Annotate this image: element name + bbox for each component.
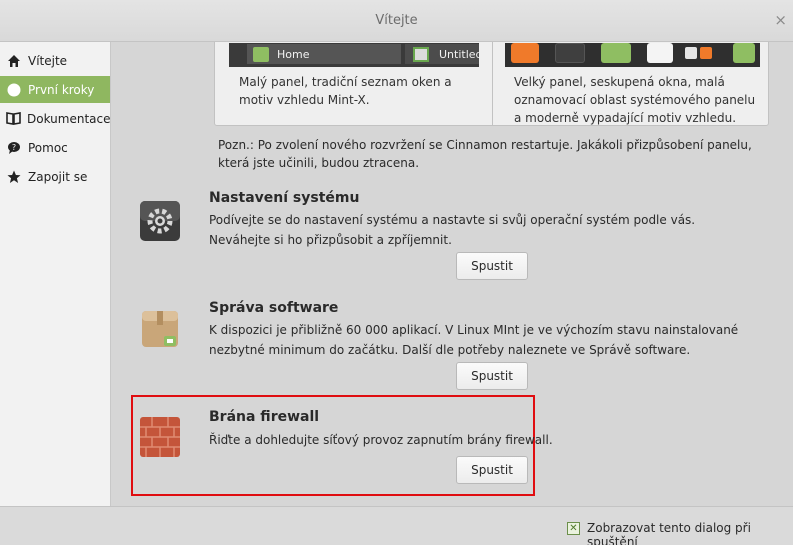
book-icon (6, 111, 21, 127)
modern-layout-description: Velký panel, seskupená okna, malá oznamo… (514, 75, 756, 125)
sidebar-item-label: Pomoc (28, 140, 68, 155)
sidebar-item-label: Vítejte (28, 53, 68, 68)
sidebar-item-documentation[interactable]: Dokumentace (0, 105, 110, 132)
section-system-settings: Nastavení systému Podívejte se do nastav… (131, 188, 771, 288)
close-icon[interactable]: × (774, 11, 787, 29)
sidebar: Vítejte První kroky Dokumentace ? Pomoc … (0, 42, 111, 506)
traditional-layout-preview[interactable]: Home Untitled (229, 43, 479, 67)
system-settings-icon (137, 198, 183, 244)
section-description: Podívejte se do nastavení systému a nast… (209, 213, 696, 247)
launch-software-manager-button[interactable]: Spustit (456, 362, 528, 390)
layout-divider (492, 42, 493, 125)
sidebar-item-label: Zapojit se (28, 169, 88, 184)
terminal-icon (555, 43, 585, 63)
traditional-layout-description: Malý panel, tradiční seznam oken a motiv… (239, 75, 452, 107)
main-content: Home Untitled Malý panel, tradiční sezna… (111, 42, 793, 506)
firewall-brick-wall-icon (137, 414, 183, 460)
calendar-icon (647, 43, 673, 63)
show-on-startup-label[interactable]: Zobrazovat tento dialog při spuštění (587, 521, 793, 545)
sidebar-item-welcome[interactable]: Vítejte (0, 47, 110, 74)
close-applet-icon (685, 47, 697, 59)
firefox-icon (511, 43, 539, 63)
star-icon (6, 169, 22, 185)
section-firewall: Brána firewall Řiďte a dohledujte síťový… (131, 406, 771, 490)
sidebar-item-first-steps[interactable]: První kroky (0, 76, 110, 103)
chat-bubble-icon: ? (6, 140, 22, 156)
section-title: Nastavení systému (209, 190, 360, 206)
home-icon (6, 53, 22, 69)
svg-text:?: ? (12, 143, 16, 152)
menu-applet-icon (700, 47, 712, 59)
launch-firewall-button[interactable]: Spustit (456, 456, 528, 484)
folder-icon (253, 47, 269, 62)
software-manager-icon (137, 306, 183, 352)
section-software-manager: Správa software K dispozici je přibližně… (131, 298, 771, 394)
section-description: K dispozici je přibližně 60 000 aplikací… (209, 323, 739, 357)
sidebar-item-get-involved[interactable]: Zapojit se (0, 163, 110, 190)
panel-untitled-label: Untitled (439, 47, 479, 61)
section-title: Správa software (209, 300, 339, 316)
panel-home-label: Home (277, 47, 310, 61)
show-on-startup-checkbox[interactable]: ✕ (567, 522, 580, 535)
layout-note: Pozn.: Po zvolení nového rozvržení se Ci… (218, 138, 752, 170)
panel-untitled-window: Untitled (405, 44, 479, 64)
title-bar: Vítejte × (0, 0, 793, 42)
launch-system-settings-button[interactable]: Spustit (456, 252, 528, 280)
section-title: Brána firewall (209, 409, 320, 425)
section-description: Řiďte a dohledujte síťový provoz zapnutí… (209, 433, 553, 447)
spreadsheet-icon (733, 43, 755, 63)
modern-layout-preview[interactable] (505, 43, 760, 67)
panel-home-button: Home (247, 44, 401, 64)
sidebar-item-help[interactable]: ? Pomoc (0, 134, 110, 161)
footer-bar: ✕ Zobrazovat tento dialog při spuštění (0, 506, 793, 545)
info-icon (6, 82, 22, 98)
spreadsheet-icon (413, 47, 429, 62)
layout-chooser-card: Home Untitled Malý panel, tradiční sezna… (214, 42, 769, 126)
sidebar-item-label: První kroky (28, 82, 95, 97)
sidebar-item-label: Dokumentace (27, 111, 111, 126)
files-icon (601, 43, 631, 63)
window-title: Vítejte (375, 13, 418, 28)
